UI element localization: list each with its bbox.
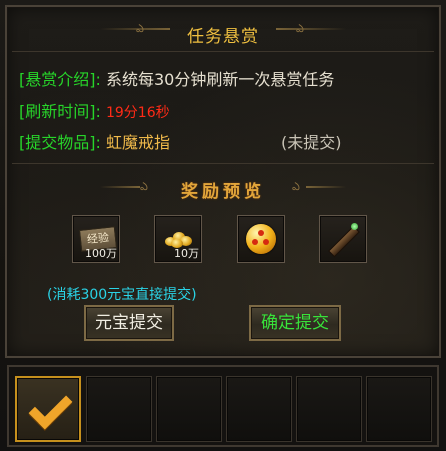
refresh-time-row: [刷新时间]: 19分16秒 xyxy=(19,98,170,122)
section-divider xyxy=(12,163,434,164)
reward-preview-title: 奖励预览 xyxy=(181,182,265,202)
reward-slot-wand[interactable] xyxy=(319,215,367,263)
quick-slot-3[interactable] xyxy=(156,376,222,442)
wand-gem-icon xyxy=(351,223,358,230)
refresh-time-label: [刷新时间]: xyxy=(19,102,101,121)
submit-item-value: 虹魔戒指 xyxy=(105,133,170,152)
quick-slot-6[interactable] xyxy=(366,376,432,442)
quick-slot-5[interactable] xyxy=(296,376,362,442)
bounty-intro-value: 系统每30分钟刷新一次悬赏任务 xyxy=(105,70,335,89)
submit-item-row: [提交物品]: 虹魔戒指 (未提交) xyxy=(19,129,439,153)
title-divider xyxy=(12,51,434,52)
reward-scroll-right-icon: ఎ xyxy=(292,180,300,193)
dragon-ball-orb-icon xyxy=(246,224,276,254)
bounty-intro-row: [悬赏介绍]: 系统每30分钟刷新一次悬赏任务 xyxy=(19,66,334,90)
quick-slot-2[interactable] xyxy=(86,376,152,442)
reward-count: 10万 xyxy=(174,247,199,260)
quick-slot-1[interactable] xyxy=(15,376,81,442)
quick-bar xyxy=(7,365,439,447)
reward-count: 100万 xyxy=(85,247,117,260)
bounty-intro-label: [悬赏介绍]: xyxy=(19,70,101,89)
dialog-title: 任务悬赏 xyxy=(187,27,259,47)
confirm-submit-button[interactable]: 确定提交 xyxy=(249,305,341,341)
title-ornament-right xyxy=(276,28,346,30)
submit-status: (未提交) xyxy=(281,133,342,152)
game-window: ఎ 任务悬赏 ఎ [悬赏介绍]: 系统每30分钟刷新一次悬赏任务 [刷新时间]:… xyxy=(0,0,446,451)
submit-item-label: [提交物品]: xyxy=(19,133,101,152)
reward-slot-experience[interactable]: 经验 100万 xyxy=(72,215,120,263)
refresh-time-value: 19分16秒 xyxy=(105,105,170,121)
reward-ornament-right xyxy=(306,186,346,188)
title-scroll-right-icon: ఎ xyxy=(296,22,304,38)
checkmark-icon xyxy=(28,385,73,430)
magic-wand-icon xyxy=(328,225,360,258)
yuanbao-submit-button[interactable]: 元宝提交 xyxy=(84,305,174,341)
quick-slot-4[interactable] xyxy=(226,376,292,442)
yuanbao-submit-hint: (消耗300元宝直接提交) xyxy=(47,287,197,303)
reward-slot-orb[interactable] xyxy=(237,215,285,263)
reward-slot-gold[interactable]: 10万 xyxy=(154,215,202,263)
